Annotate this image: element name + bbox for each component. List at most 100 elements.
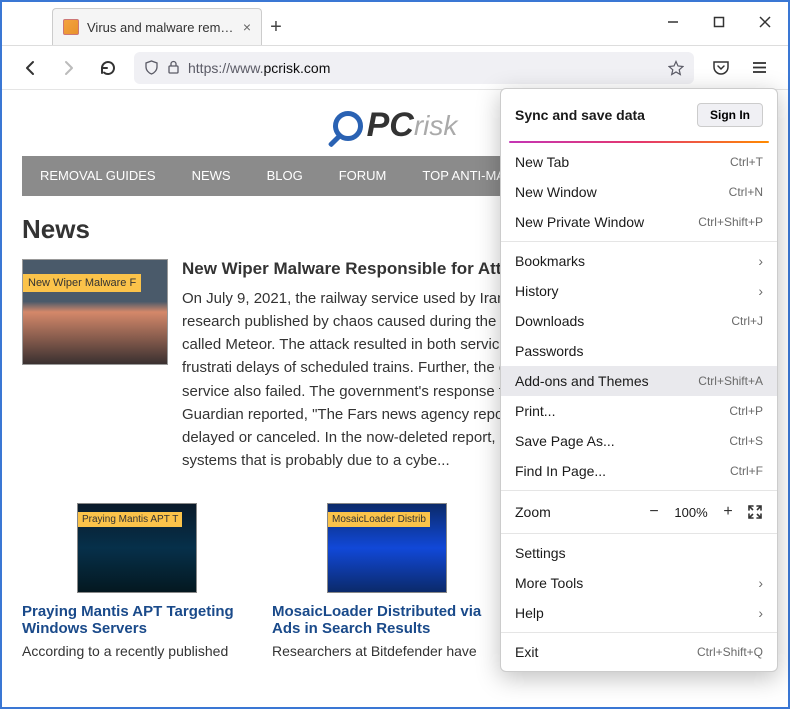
chevron-right-icon: › [758,253,763,269]
signin-button[interactable]: Sign In [697,103,763,127]
menu-new-tab[interactable]: New Tab Ctrl+T [501,147,777,177]
menu-item-label: Find In Page... [515,463,606,479]
menu-item-label: Exit [515,644,538,660]
tab-title: Virus and malware removal inst [87,20,235,35]
menu-item-label: Add-ons and Themes [515,373,649,389]
menu-shortcut: Ctrl+Shift+Q [697,645,763,659]
menu-sync-row: Sync and save data Sign In [501,93,777,137]
browser-tab[interactable]: Virus and malware removal inst × [52,8,262,45]
pocket-button[interactable] [704,51,738,85]
menu-divider [501,241,777,242]
menu-divider [501,632,777,633]
menu-item-label: Downloads [515,313,584,329]
titlebar: Virus and malware removal inst × + [2,2,788,46]
card-thumbnail[interactable]: MosaicLoader Distrib [327,503,447,593]
menu-shortcut: Ctrl+Shift+A [698,374,763,388]
menu-item-label: Save Page As... [515,433,615,449]
card-praying-mantis: Praying Mantis APT T Praying Mantis APT … [22,503,252,659]
thumbnail-label: New Wiper Malware F [23,274,141,292]
card-thumb-label: Praying Mantis APT T [78,512,182,527]
maximize-button[interactable] [696,2,742,42]
card-body: Researchers at Bitdefender have [272,643,502,659]
menu-find-in-page[interactable]: Find In Page... Ctrl+F [501,456,777,486]
card-title[interactable]: MosaicLoader Distributed via Ads in Sear… [272,603,502,637]
menu-print[interactable]: Print...Ctrl+P [501,396,777,426]
zoom-label: Zoom [515,504,635,520]
back-button[interactable] [14,51,48,85]
menu-divider [501,533,777,534]
menu-item-label: More Tools [515,575,583,591]
nav-forum[interactable]: FORUM [321,168,405,183]
menu-item-label: New Window [515,184,597,200]
forward-button[interactable] [52,51,86,85]
menu-help[interactable]: Help › [501,598,777,628]
tab-favicon [63,19,79,35]
nav-blog[interactable]: BLOG [249,168,321,183]
chevron-right-icon: › [758,283,763,299]
menu-bookmarks[interactable]: Bookmarks › [501,246,777,276]
shield-icon [144,60,159,75]
menu-item-label: Settings [515,545,566,561]
menu-more-tools[interactable]: More Tools › [501,568,777,598]
lock-icon [167,60,180,75]
nav-removal-guides[interactable]: REMOVAL GUIDES [22,168,174,183]
menu-shortcut: Ctrl+Shift+P [698,215,763,229]
menu-passwords[interactable]: Passwords [501,336,777,366]
menu-shortcut: Ctrl+F [730,464,763,478]
menu-save-page[interactable]: Save Page As... Ctrl+S [501,426,777,456]
menu-shortcut: Ctrl+J [731,314,763,328]
menu-item-label: Print... [515,403,555,419]
logo-risk: risk [414,110,458,142]
zoom-out-button[interactable]: − [643,501,665,523]
new-tab-button[interactable]: + [262,10,290,45]
bookmark-star-icon[interactable] [668,60,684,76]
menu-history[interactable]: History › [501,276,777,306]
hamburger-menu-button[interactable] [742,51,776,85]
card-title[interactable]: Praying Mantis APT Targeting Windows Ser… [22,603,252,637]
tab-close-icon[interactable]: × [243,19,251,35]
card-thumbnail[interactable]: Praying Mantis APT T [77,503,197,593]
menu-shortcut: Ctrl+N [729,185,763,199]
menu-shortcut: Ctrl+S [729,434,763,448]
nav-news[interactable]: NEWS [174,168,249,183]
menu-downloads[interactable]: Downloads Ctrl+J [501,306,777,336]
url-domain: pcrisk.com [263,60,330,76]
window-controls [650,2,788,45]
app-menu-panel: Sync and save data Sign In New Tab Ctrl+T… [500,88,778,672]
fullscreen-button[interactable] [747,504,763,520]
url-bar[interactable]: https://www.pcrisk.com [134,52,694,84]
minimize-button[interactable] [650,2,696,42]
menu-item-label: New Tab [515,154,569,170]
menu-item-label: Help [515,605,544,621]
magnifier-icon [333,111,363,141]
card-body: According to a recently published [22,643,252,659]
menu-zoom-row: Zoom − 100% + [501,495,777,529]
url-host: www. [230,60,263,76]
logo-pc: PC [367,106,414,145]
reload-button[interactable] [90,51,124,85]
url-protocol: https:// [188,60,230,76]
close-button[interactable] [742,2,788,42]
url-text: https://www.pcrisk.com [188,60,330,76]
menu-item-label: Bookmarks [515,253,585,269]
menu-divider [509,141,769,143]
menu-item-label: History [515,283,559,299]
zoom-value: 100% [673,505,709,520]
menu-divider [501,490,777,491]
menu-exit[interactable]: Exit Ctrl+Shift+Q [501,637,777,667]
menu-addons-themes[interactable]: Add-ons and Themes Ctrl+Shift+A [501,366,777,396]
menu-item-label: Passwords [515,343,583,359]
card-thumb-label: MosaicLoader Distrib [328,512,430,527]
menu-shortcut: Ctrl+T [730,155,763,169]
zoom-in-button[interactable]: + [717,501,739,523]
article-thumbnail[interactable]: New Wiper Malware F [22,259,168,365]
menu-new-private-window[interactable]: New Private Window Ctrl+Shift+P [501,207,777,237]
menu-new-window[interactable]: New Window Ctrl+N [501,177,777,207]
chevron-right-icon: › [758,575,763,591]
chevron-right-icon: › [758,605,763,621]
menu-settings[interactable]: Settings [501,538,777,568]
menu-item-label: New Private Window [515,214,644,230]
toolbar: https://www.pcrisk.com [2,46,788,90]
sync-label: Sync and save data [515,107,645,123]
card-mosaicloader: MosaicLoader Distrib MosaicLoader Distri… [272,503,502,659]
